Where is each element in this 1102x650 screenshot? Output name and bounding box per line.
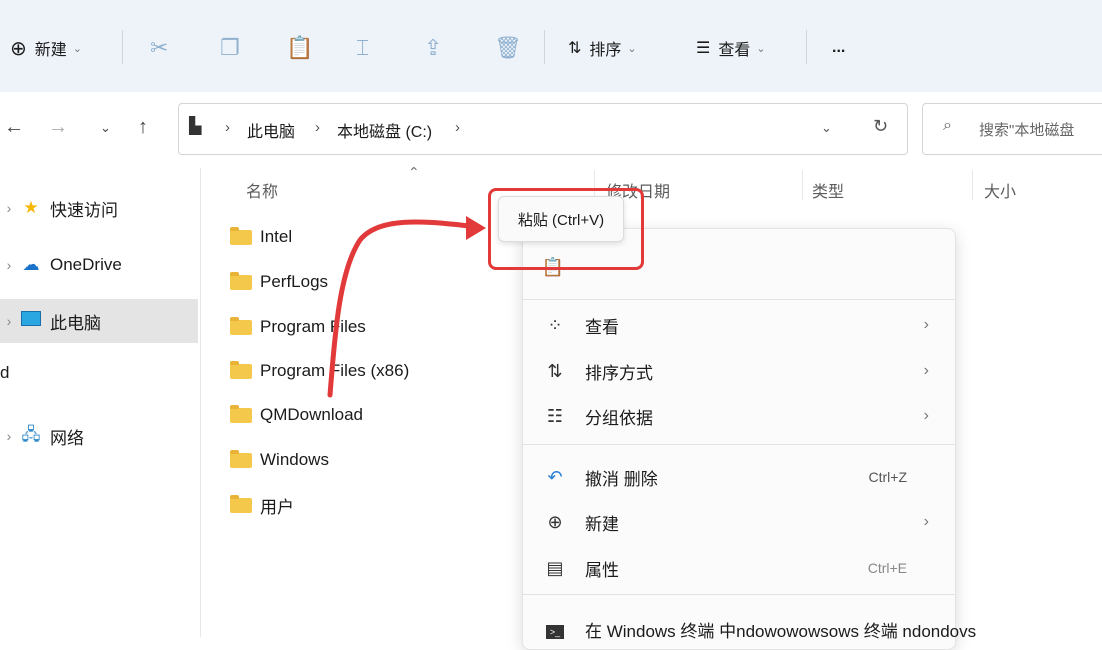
annotation-arrow-head [466,216,486,240]
annotation-arrow [327,216,486,398]
annotation-arrow-line [327,219,473,398]
